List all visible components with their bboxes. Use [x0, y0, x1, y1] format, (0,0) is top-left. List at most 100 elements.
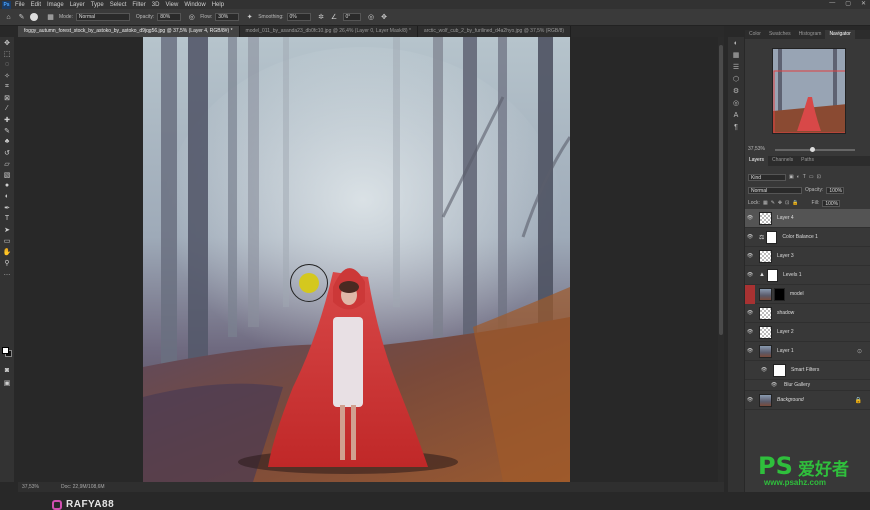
scroll-thumb[interactable]	[719, 45, 723, 335]
foreground-color-swatch[interactable]	[2, 347, 9, 354]
menu-window[interactable]: Window	[184, 2, 205, 8]
layer-name[interactable]: Layer 4	[777, 215, 794, 221]
layer-mask-thumbnail[interactable]	[774, 287, 785, 301]
tab-histogram[interactable]: Histogram	[795, 30, 826, 39]
visibility-eye-icon[interactable]: 👁	[745, 397, 755, 403]
dodge-tool-icon[interactable]: ◐	[0, 191, 14, 202]
brush-preset-picker[interactable]	[30, 13, 38, 21]
tab-document-1[interactable]: foggy_autumn_forest_stock_by_astoko_by_a…	[18, 26, 240, 37]
paragraph-panel-icon[interactable]: ¶	[728, 121, 744, 133]
eraser-tool-icon[interactable]: ▱	[0, 158, 14, 169]
hand-tool-icon[interactable]: ✋	[0, 246, 14, 257]
tab-color[interactable]: Color	[745, 30, 765, 39]
layer-name[interactable]: Layer 2	[777, 329, 794, 335]
crop-tool-icon[interactable]: ⌗	[0, 81, 14, 92]
3d-panel-icon[interactable]: ⬡	[728, 73, 744, 85]
frame-tool-icon[interactable]: ⊠	[0, 92, 14, 103]
menu-edit[interactable]: Edit	[31, 2, 41, 8]
airbrush-icon[interactable]: ✦	[245, 13, 254, 22]
visibility-eye-icon[interactable]	[745, 284, 755, 304]
quick-mask-icon[interactable]: ◙	[0, 365, 14, 376]
layer-name[interactable]: Smart Filters	[791, 367, 819, 373]
navigator-thumbnail[interactable]	[772, 48, 846, 134]
visibility-eye-icon[interactable]: 👁	[745, 348, 755, 354]
tab-layers[interactable]: Layers	[745, 156, 769, 166]
filter-shape-icon[interactable]: ▭	[809, 174, 814, 180]
properties-panel-icon[interactable]: ⚙	[728, 85, 744, 97]
layer-name[interactable]: Blur Gallery	[784, 382, 810, 388]
canvas-vertical-scrollbar[interactable]	[718, 37, 724, 482]
zoom-slider-knob[interactable]	[810, 147, 815, 152]
layer-name[interactable]: model	[790, 291, 804, 297]
menu-select[interactable]: Select	[110, 2, 127, 8]
menu-filter[interactable]: Filter	[132, 2, 145, 8]
menu-view[interactable]: View	[165, 2, 178, 8]
brush-settings-icon[interactable]: ▦	[46, 13, 55, 22]
layer-row-shadow[interactable]: 👁 shadow	[745, 304, 870, 323]
blur-tool-icon[interactable]: ●	[0, 180, 14, 191]
menu-help[interactable]: Help	[212, 2, 224, 8]
tab-document-3[interactable]: arctic_wolf_cub_2_by_furilined_d4a2hyo.j…	[417, 26, 572, 37]
visibility-eye-icon[interactable]: 👁	[745, 215, 755, 221]
flow-field[interactable]: 30%	[215, 13, 240, 21]
lock-position-icon[interactable]: ✥	[778, 200, 782, 206]
layer-name[interactable]: Color Balance 1	[782, 234, 818, 240]
history-brush-tool-icon[interactable]: ↺	[0, 147, 14, 158]
layer-mask-thumbnail[interactable]	[766, 230, 778, 244]
menu-type[interactable]: Type	[91, 2, 104, 8]
tab-navigator[interactable]: Navigator	[825, 30, 855, 39]
layer-mask-thumbnail[interactable]	[766, 268, 778, 282]
more-tools-icon[interactable]: …	[0, 268, 14, 279]
home-icon[interactable]: ⌂	[4, 13, 13, 22]
filter-smart-icon[interactable]: ⊡	[817, 174, 821, 180]
menu-layer[interactable]: Layer	[70, 2, 85, 8]
zoom-tool-icon[interactable]: ⚲	[0, 257, 14, 268]
layer-row-blur-gallery[interactable]: 👁 Blur Gallery	[745, 380, 870, 391]
filter-mask-thumbnail[interactable]	[773, 363, 786, 377]
canvas-area[interactable]: RAFYA88	[18, 37, 724, 510]
visibility-eye-icon[interactable]: 👁	[745, 329, 755, 335]
visibility-eye-icon[interactable]: 👁	[745, 272, 755, 278]
layer-name[interactable]: Levels 1	[783, 272, 802, 278]
lock-all-icon[interactable]: 🔒	[792, 200, 798, 206]
tab-channels[interactable]: Channels	[768, 156, 797, 166]
layer-opacity-field[interactable]: 100%	[826, 186, 845, 194]
layer-row-background[interactable]: 👁 Background 🔒	[745, 391, 870, 410]
character-panel-icon[interactable]: A	[728, 109, 744, 121]
symmetry-icon[interactable]: ✥	[380, 13, 389, 22]
marquee-tool-icon[interactable]: ⬚	[0, 48, 14, 59]
brush-tool-icon[interactable]: ✎	[17, 13, 26, 22]
stamp-tool-icon[interactable]: ♣	[0, 136, 14, 147]
layer-row-layer-2[interactable]: 👁 Layer 2	[745, 323, 870, 342]
layer-name[interactable]: shadow	[777, 310, 794, 316]
smoothing-field[interactable]: 0%	[286, 13, 311, 21]
pen-tool-icon[interactable]: ✒	[0, 202, 14, 213]
lock-artboard-icon[interactable]: ⊡	[785, 200, 789, 206]
layer-row-layer-1[interactable]: 👁 Layer 1 ⊙	[745, 342, 870, 361]
layer-row-smart-filters[interactable]: 👁 Smart Filters	[745, 361, 870, 380]
swatches-panel-icon[interactable]: ▦	[728, 49, 744, 61]
quick-select-tool-icon[interactable]: ✧	[0, 70, 14, 81]
close-button[interactable]: ✕	[861, 0, 866, 7]
tab-swatches[interactable]: Swatches	[765, 30, 795, 39]
pressure-size-icon[interactable]: ◎	[367, 13, 376, 22]
visibility-eye-icon[interactable]: 👁	[769, 382, 779, 388]
opacity-field[interactable]: 80%	[157, 13, 182, 21]
layer-row-model[interactable]: model	[745, 284, 870, 304]
mode-select[interactable]: Normal	[75, 13, 130, 21]
menu-image[interactable]: Image	[47, 2, 64, 8]
visibility-eye-icon[interactable]: 👁	[745, 234, 755, 240]
smoothing-options-icon[interactable]: ✲	[317, 13, 326, 22]
visibility-eye-icon[interactable]: 👁	[745, 253, 755, 259]
layer-row-color-balance[interactable]: 👁 ⚖ Color Balance 1	[745, 228, 870, 247]
document-canvas[interactable]	[143, 37, 570, 482]
eyedropper-tool-icon[interactable]: ⁄	[0, 103, 14, 114]
adjustments-panel-icon[interactable]: ☰	[728, 61, 744, 73]
shape-tool-icon[interactable]: ▭	[0, 235, 14, 246]
healing-tool-icon[interactable]: ✚	[0, 114, 14, 125]
layer-row-levels[interactable]: 👁 ▲ Levels 1	[745, 266, 870, 285]
navigator-zoom-slider[interactable]	[775, 147, 855, 152]
path-select-tool-icon[interactable]: ➤	[0, 224, 14, 235]
filter-adjust-icon[interactable]: ◐	[797, 174, 800, 180]
pressure-opacity-icon[interactable]: ◎	[187, 13, 196, 22]
